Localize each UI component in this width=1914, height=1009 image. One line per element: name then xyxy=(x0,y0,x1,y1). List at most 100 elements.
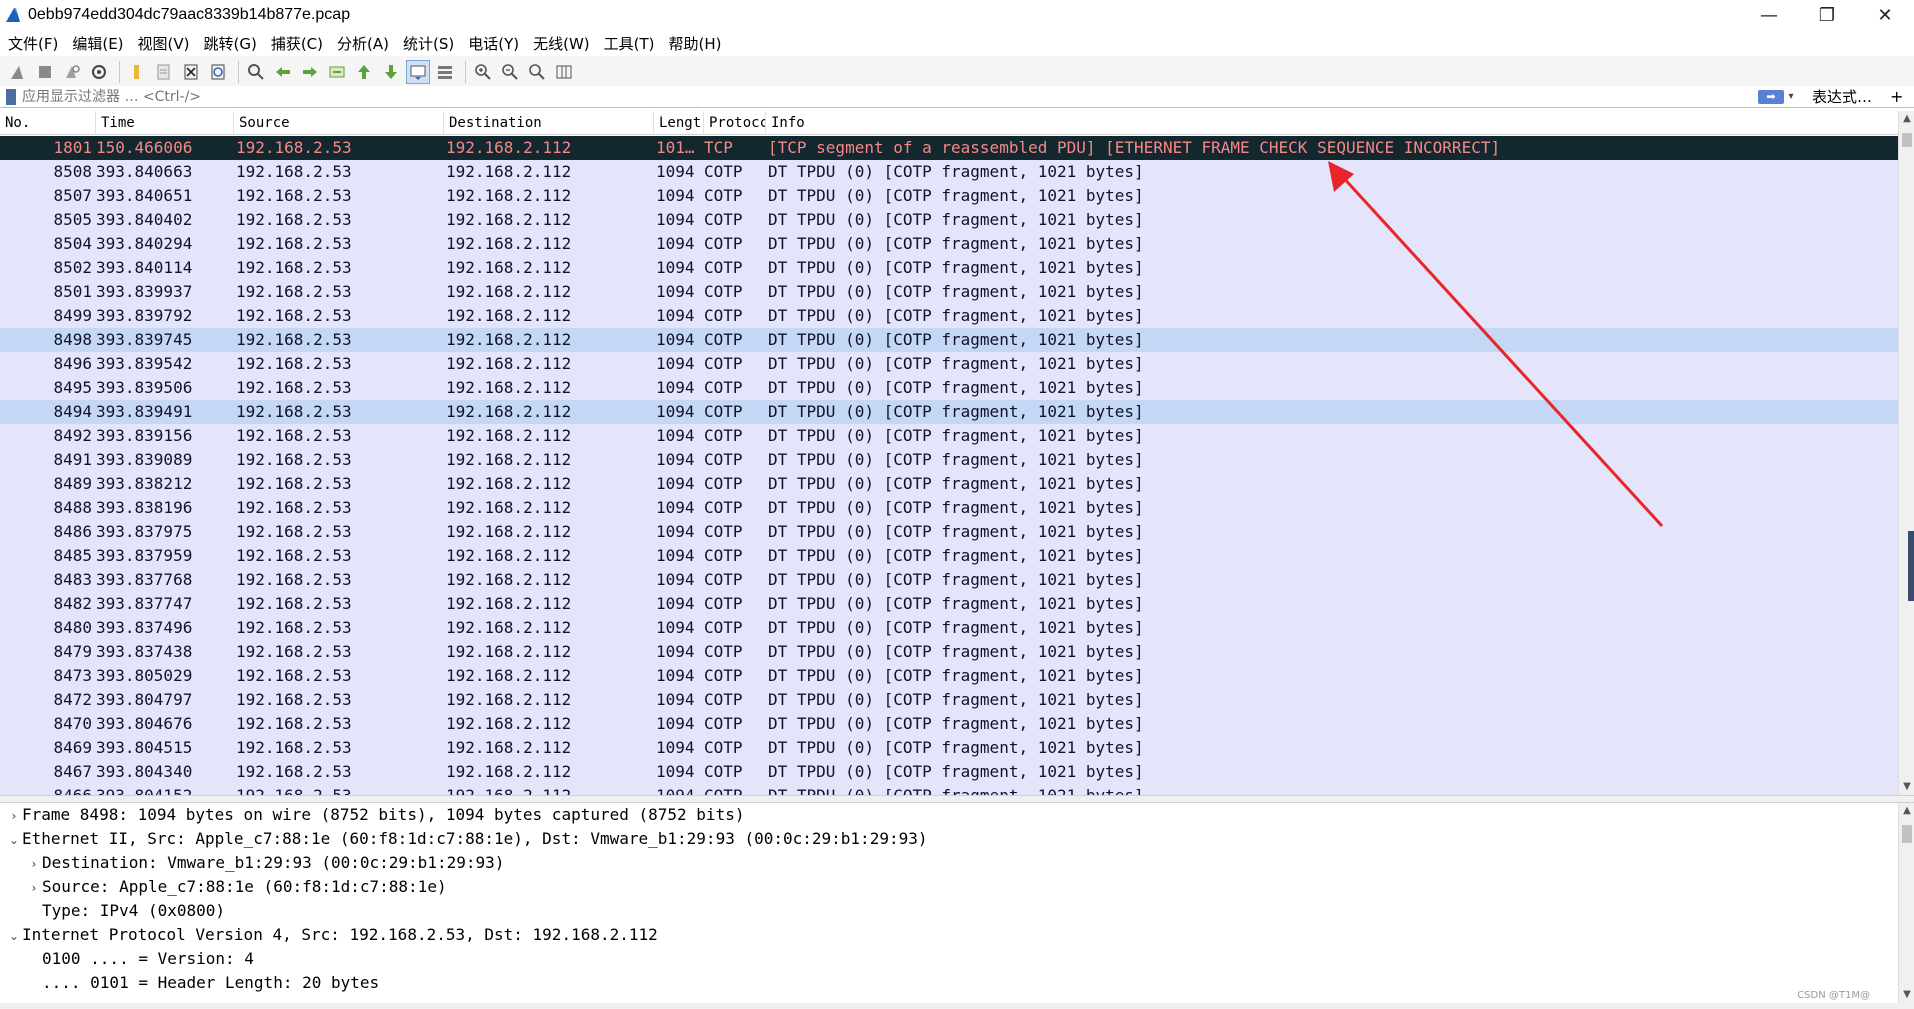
reload-icon[interactable] xyxy=(206,60,230,84)
packet-row[interactable]: 8473 393.805029 192.168.2.53 192.168.2.112 1… xyxy=(0,664,1898,688)
column-header-info[interactable]: Info xyxy=(766,111,1898,135)
column-header-length[interactable]: Lengt xyxy=(654,111,704,135)
scroll-up-icon[interactable]: ▲ xyxy=(1899,111,1914,127)
packet-row[interactable]: 8501 393.839937 192.168.2.53 192.168.2.112 1… xyxy=(0,280,1898,304)
packet-row[interactable]: 8482 393.837747 192.168.2.53 192.168.2.112 1… xyxy=(0,592,1898,616)
column-header-protocol[interactable]: Protocc xyxy=(704,111,766,135)
close-file-icon[interactable] xyxy=(179,60,203,84)
last-packet-icon[interactable] xyxy=(379,60,403,84)
packet-row[interactable]: 8479 393.837438 192.168.2.53 192.168.2.112 1… xyxy=(0,640,1898,664)
packet-row[interactable]: 1801 150.466006 192.168.2.53 192.168.2.112 1… xyxy=(0,136,1898,160)
expand-chevron-icon[interactable]: › xyxy=(6,804,22,828)
close-button[interactable]: ✕ xyxy=(1856,0,1914,30)
scrollbar-thumb[interactable] xyxy=(1902,133,1912,147)
packet-row[interactable]: 8492 393.839156 192.168.2.53 192.168.2.112 1… xyxy=(0,424,1898,448)
zoom-out-icon[interactable] xyxy=(498,60,522,84)
column-header-source[interactable]: Source xyxy=(234,111,444,135)
zoom-in-icon[interactable] xyxy=(471,60,495,84)
menu-view[interactable]: 视图(V) xyxy=(138,33,190,54)
filter-history-dropdown-icon[interactable]: ▾ xyxy=(1784,91,1798,102)
detail-tree-item[interactable]: › Destination: Vmware_b1:29:93 (00:0c:29:… xyxy=(26,851,505,876)
go-to-packet-icon[interactable] xyxy=(325,60,349,84)
expression-button[interactable]: 表达式… xyxy=(1812,86,1872,107)
save-file-icon[interactable] xyxy=(152,60,176,84)
menu-file[interactable]: 文件(F) xyxy=(8,33,58,54)
details-scrollbar[interactable]: ▲ ▼ xyxy=(1898,803,1914,1003)
go-back-icon[interactable] xyxy=(271,60,295,84)
apply-filter-arrow-icon[interactable]: ➡ xyxy=(1758,89,1784,104)
detail-tree-item[interactable]: ⌄ Ethernet II, Src: Apple_c7:88:1e (60:f8… xyxy=(6,827,928,852)
packet-row[interactable]: 8472 393.804797 192.168.2.53 192.168.2.112 1… xyxy=(0,688,1898,712)
packet-info: DT TPDU (0) [COTP fragment, 1021 bytes] xyxy=(768,402,1144,421)
packet-time: 393.838196 xyxy=(96,498,193,517)
detail-tree-item[interactable]: Type: IPv4 (0x0800) xyxy=(26,899,225,923)
resize-columns-icon[interactable] xyxy=(552,60,576,84)
menu-statistics[interactable]: 统计(S) xyxy=(403,33,454,54)
packet-row[interactable]: 8502 393.840114 192.168.2.53 192.168.2.112 1… xyxy=(0,256,1898,280)
column-header-destination[interactable]: Destination xyxy=(444,111,654,135)
detail-tree-item[interactable]: 0100 .... = Version: 4 xyxy=(26,947,254,971)
packet-row[interactable]: 8480 393.837496 192.168.2.53 192.168.2.112 1… xyxy=(0,616,1898,640)
shark-fin-icon[interactable] xyxy=(6,60,30,84)
menu-tools[interactable]: 工具(T) xyxy=(604,33,655,54)
normal-size-icon[interactable] xyxy=(525,60,549,84)
expand-chevron-icon[interactable]: › xyxy=(26,876,42,900)
menu-edit[interactable]: 编辑(E) xyxy=(72,33,123,54)
packet-row[interactable]: 8508 393.840663 192.168.2.53 192.168.2.112 1… xyxy=(0,160,1898,184)
scroll-down-icon[interactable]: ▼ xyxy=(1899,779,1914,795)
pane-splitter[interactable] xyxy=(0,795,1914,803)
add-filter-button[interactable]: + xyxy=(1890,87,1903,106)
packet-row[interactable]: 8466 393.804152192.168.2.53 192.168.2.112 1… xyxy=(0,784,1898,795)
packet-list-scrollbar[interactable]: ▲ ▼ xyxy=(1898,111,1914,795)
detail-tree-item[interactable]: › Source: Apple_c7:88:1e (60:f8:1d:c7:88:… xyxy=(26,875,447,899)
packet-row[interactable]: 8488 393.838196 192.168.2.53 192.168.2.112 1… xyxy=(0,496,1898,520)
scrollbar-thumb[interactable] xyxy=(1902,825,1912,843)
packet-row[interactable]: 8496 393.839542 192.168.2.53 192.168.2.112 1… xyxy=(0,352,1898,376)
packet-row[interactable]: 8467 393.804340 192.168.2.53 192.168.2.112 1… xyxy=(0,760,1898,784)
first-packet-icon[interactable] xyxy=(352,60,376,84)
open-folder-icon[interactable] xyxy=(125,60,149,84)
menu-analyze[interactable]: 分析(A) xyxy=(337,33,389,54)
packet-row[interactable]: 8498 393.839745 192.168.2.53 192.168.2.112 1… xyxy=(0,328,1898,352)
packet-row[interactable]: 8504 393.840294 192.168.2.53 192.168.2.112 1… xyxy=(0,232,1898,256)
maximize-button[interactable]: ❐ xyxy=(1798,0,1856,30)
packet-row[interactable]: 8469 393.804515 192.168.2.53 192.168.2.112 1… xyxy=(0,736,1898,760)
detail-tree-item[interactable]: .... 0101 = Header Length: 20 bytes xyxy=(26,971,379,995)
packet-row[interactable]: 8491 393.839089 192.168.2.53 192.168.2.112 1… xyxy=(0,448,1898,472)
packet-row[interactable]: 8499 393.839792 192.168.2.53 192.168.2.112 1… xyxy=(0,304,1898,328)
menu-wireless[interactable]: 无线(W) xyxy=(533,33,590,54)
menu-capture[interactable]: 捕获(C) xyxy=(271,33,323,54)
scroll-up-icon[interactable]: ▲ xyxy=(1899,803,1914,819)
menu-help[interactable]: 帮助(H) xyxy=(669,33,722,54)
packet-row[interactable]: 8507 393.840651 192.168.2.53 192.168.2.112 1… xyxy=(0,184,1898,208)
menu-go[interactable]: 跳转(G) xyxy=(204,33,257,54)
find-icon[interactable] xyxy=(244,60,268,84)
column-header-time[interactable]: Time xyxy=(96,111,234,135)
options-gear-icon[interactable] xyxy=(87,60,111,84)
menu-telephony[interactable]: 电话(Y) xyxy=(468,33,519,54)
packet-row[interactable]: 8486 393.837975 192.168.2.53 192.168.2.112 1… xyxy=(0,520,1898,544)
detail-tree-item[interactable]: › Frame 8498: 1094 bytes on wire (8752 bi… xyxy=(6,803,745,828)
detail-tree-item[interactable]: ⌄ Internet Protocol Version 4, Src: 192.1… xyxy=(6,923,658,947)
minimize-button[interactable]: — xyxy=(1740,0,1798,30)
packet-row[interactable]: 8495 393.839506 192.168.2.53 192.168.2.112 1… xyxy=(0,376,1898,400)
packet-row[interactable]: 8483 393.837768 192.168.2.53 192.168.2.112 1… xyxy=(0,568,1898,592)
restart-icon[interactable] xyxy=(60,60,84,84)
display-filter-input[interactable] xyxy=(22,86,1758,107)
scroll-down-icon[interactable]: ▼ xyxy=(1899,987,1914,1003)
bookmark-icon[interactable] xyxy=(6,88,16,105)
packet-source: 192.168.2.53 xyxy=(236,186,352,205)
collapse-chevron-icon[interactable]: ⌄ xyxy=(6,924,22,948)
collapse-chevron-icon[interactable]: ⌄ xyxy=(6,828,22,852)
packet-row[interactable]: 8485 393.837959 192.168.2.53 192.168.2.112 1… xyxy=(0,544,1898,568)
stop-icon[interactable] xyxy=(33,60,57,84)
packet-row[interactable]: 8505 393.840402 192.168.2.53 192.168.2.112 1… xyxy=(0,208,1898,232)
go-forward-icon[interactable] xyxy=(298,60,322,84)
packet-row[interactable]: 8470 393.804676 192.168.2.53 192.168.2.112 1… xyxy=(0,712,1898,736)
autoscroll-icon[interactable] xyxy=(406,59,430,84)
expand-chevron-icon[interactable]: › xyxy=(26,852,42,876)
packet-row[interactable]: 8494 393.839491 192.168.2.53 192.168.2.112 1… xyxy=(0,400,1898,424)
packet-row[interactable]: 8489 393.838212 192.168.2.53 192.168.2.112 1… xyxy=(0,472,1898,496)
colorize-icon[interactable] xyxy=(433,60,457,84)
column-header-no[interactable]: No. xyxy=(0,111,96,135)
